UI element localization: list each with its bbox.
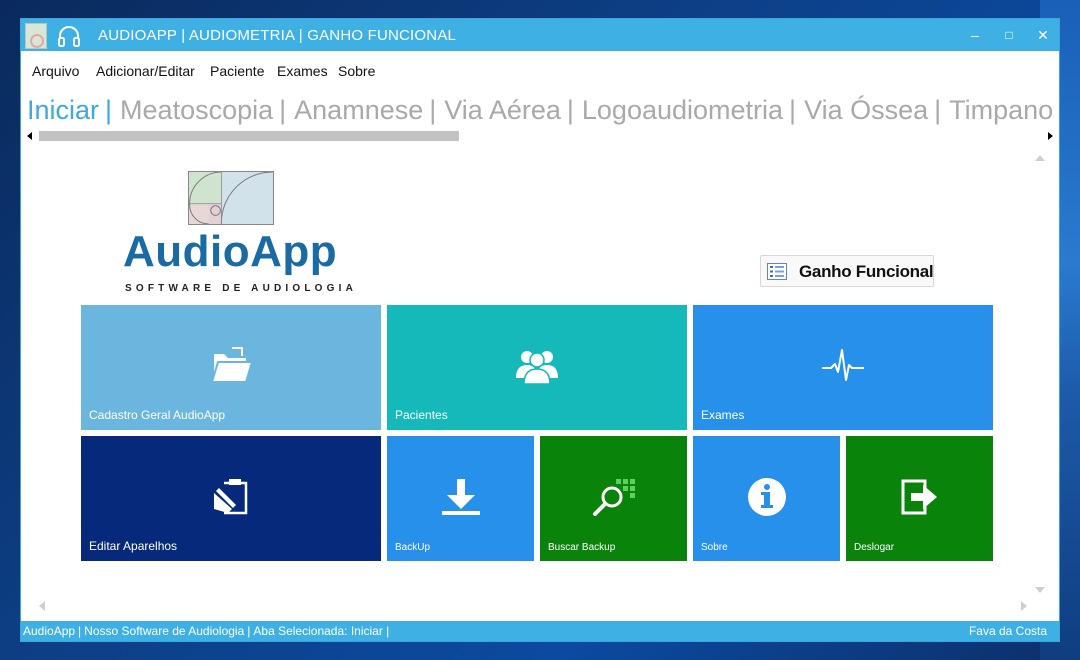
tab-meatoscopia[interactable]: Meatoscopia: [120, 95, 273, 126]
status-divider: |: [247, 624, 251, 638]
tab-timpanometria[interactable]: Timpanom: [949, 95, 1053, 126]
scroll-down-arrow-icon[interactable]: [1035, 587, 1045, 593]
tile-label: Sobre: [701, 542, 728, 553]
status-selected-tab: Iniciar |: [350, 624, 390, 638]
tile-label: BackUp: [395, 542, 431, 553]
tab-scrollbar[interactable]: [25, 129, 1057, 143]
tab-separator: |: [429, 95, 437, 125]
tile-label: Deslogar: [854, 542, 895, 553]
tile-label: Cadastro Geral AudioApp: [89, 408, 226, 422]
menu-sobre[interactable]: Sobre: [338, 63, 375, 79]
tile-label: Exames: [701, 408, 745, 422]
logo-golden-spiral-icon: [188, 171, 274, 225]
folder-open-icon: [210, 346, 252, 383]
heartbeat-icon: [822, 348, 864, 381]
scroll-up-arrow-icon[interactable]: [1035, 155, 1045, 161]
status-bar: AudioApp | Nosso Software de Audiologia | Ab…: [21, 621, 1059, 641]
window-title: AUDIOAPP | AUDIOMETRIA | GANHO FUNCIONAL: [98, 27, 457, 44]
close-button[interactable]: ✕: [1026, 19, 1060, 51]
logo-tagline: SOFTWARE DE AUDIOLOGIA: [125, 283, 358, 294]
tile-label: Pacientes: [395, 408, 448, 422]
tab-separator: |: [279, 95, 287, 125]
users-group-icon: [516, 350, 558, 384]
app-window: AUDIOAPP | AUDIOMETRIA | GANHO FUNCIONAL…: [20, 18, 1060, 642]
exit-icon: [901, 479, 937, 514]
scrollbar-thumb[interactable]: [39, 131, 459, 141]
tile-exames[interactable]: Exames: [693, 305, 993, 430]
app-logo-icon: [25, 23, 47, 49]
tab-anamnese[interactable]: Anamnese: [294, 95, 423, 126]
tile-buscar-backup[interactable]: Buscar Backup: [540, 436, 687, 561]
tile-label: Editar Aparelhos: [89, 539, 178, 553]
title-bar[interactable]: AUDIOAPP | AUDIOMETRIA | GANHO FUNCIONAL…: [21, 19, 1059, 51]
tab-separator: |: [789, 95, 797, 125]
tile-label: Buscar Backup: [548, 542, 616, 553]
search-grid-icon: [592, 478, 635, 516]
tile-cadastro-geral[interactable]: Cadastro Geral AudioApp: [81, 305, 381, 430]
tile-deslogar[interactable]: Deslogar: [846, 436, 993, 561]
tab-separator: |: [934, 95, 942, 125]
status-app-name: AudioApp: [23, 624, 76, 638]
tab-via-ossea[interactable]: Via Óssea: [804, 95, 928, 126]
status-user: Fava da Costa: [968, 624, 1047, 638]
tab-separator: |: [566, 95, 574, 125]
logo-wordmark: AudioApp: [123, 227, 338, 276]
menu-adicionar-editar[interactable]: Adicionar/Editar: [96, 63, 195, 79]
status-divider: |: [78, 624, 82, 638]
tile-backup[interactable]: BackUp: [387, 436, 534, 561]
ganho-funcional-button[interactable]: Ganho Funcional: [760, 255, 934, 287]
tab-iniciar[interactable]: Iniciar: [27, 95, 99, 126]
menu-paciente[interactable]: Paciente: [210, 63, 264, 79]
info-icon: [747, 477, 786, 516]
scroll-left-arrow-icon[interactable]: [39, 601, 45, 611]
tile-sobre[interactable]: Sobre: [693, 436, 840, 561]
download-icon: [441, 478, 480, 515]
scroll-left-arrow-icon[interactable]: [27, 132, 32, 140]
maximize-button[interactable]: □: [992, 19, 1026, 51]
menu-bar: Arquivo Adicionar/Editar Paciente Exames…: [21, 51, 1059, 91]
minimize-button[interactable]: –: [958, 19, 992, 51]
scroll-right-arrow-icon[interactable]: [1021, 601, 1027, 611]
tab-separator: |: [105, 95, 113, 125]
status-slogan: Nosso Software de Audiologia: [84, 624, 245, 638]
tile-editar-aparelhos[interactable]: Editar Aparelhos: [81, 436, 381, 561]
menu-arquivo[interactable]: Arquivo: [32, 63, 79, 79]
tab-logoaudiometria[interactable]: Logoaudiometria: [582, 95, 783, 126]
list-icon: [767, 263, 787, 280]
clipboard-edit-icon: [214, 478, 248, 514]
ganho-funcional-label: Ganho Funcional: [799, 262, 934, 281]
tab-via-aerea[interactable]: Via Aérea: [444, 95, 561, 126]
status-tab-prefix: Aba Selecionada:: [253, 624, 348, 638]
scroll-right-arrow-icon[interactable]: [1048, 132, 1053, 140]
tile-pacientes[interactable]: Pacientes: [387, 305, 687, 430]
menu-exames[interactable]: Exames: [277, 63, 328, 79]
headphones-icon: [58, 26, 80, 47]
